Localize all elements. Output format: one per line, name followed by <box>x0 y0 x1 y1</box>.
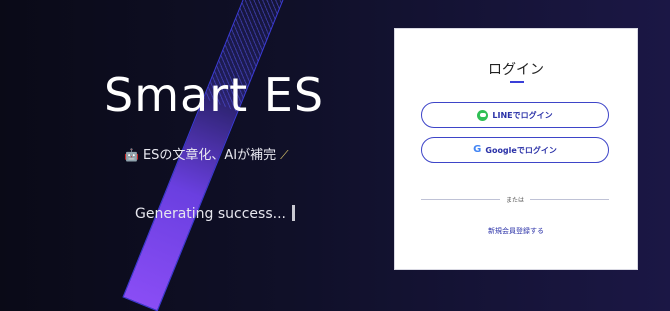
hero-section: Smart ES 🤖 ESの文章化、AIが補完 ⟋ Generating succe… <box>0 0 390 311</box>
login-card: ログイン LINEでログイン G Googleでログイン または 新規会員登録す… <box>394 28 638 270</box>
magic-wand-icon: ⟋ <box>280 148 289 162</box>
line-login-label: LINEでログイン <box>492 110 553 120</box>
login-title: ログイン <box>488 62 544 78</box>
typing-cursor <box>292 205 295 221</box>
title-underline <box>510 81 524 83</box>
divider-text: または <box>506 196 525 204</box>
typing-animation: Generating success... <box>135 205 295 222</box>
typing-text: Generating success... <box>135 206 286 222</box>
hero-subtitle: 🤖 ESの文章化、AIが補完 ⟋ <box>124 144 289 163</box>
subtitle-text: ESの文章化、AIが補完 <box>142 148 277 163</box>
app-title: Smart ES <box>104 68 325 122</box>
divider-line-right <box>530 198 610 200</box>
or-divider: または <box>421 194 610 204</box>
divider-line-left <box>421 198 500 200</box>
line-login-button[interactable]: LINEでログイン <box>421 102 609 128</box>
robot-icon: 🤖 <box>124 148 139 162</box>
google-icon: G <box>473 144 482 155</box>
google-login-label: Googleでログイン <box>485 145 557 155</box>
google-login-button[interactable]: G Googleでログイン <box>421 137 609 163</box>
line-icon <box>477 109 489 121</box>
register-link[interactable]: 新規会員登録する <box>395 226 637 236</box>
